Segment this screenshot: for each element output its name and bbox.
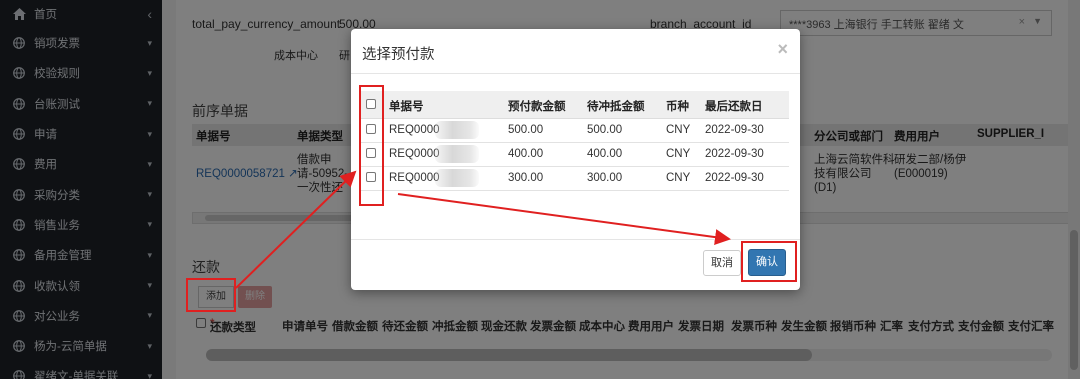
prepayment-row[interactable]: REQ0000 300.00 300.00 CNY 2022-09-30 bbox=[359, 167, 789, 191]
col-due-date: 最后还款日 bbox=[705, 101, 763, 113]
prepayment-table-header: 单据号 预付款金额 待冲抵金额 币种 最后还款日 bbox=[359, 91, 789, 119]
row-pending-amount: 500.00 bbox=[587, 124, 623, 136]
col-prepay-amount: 预付款金额 bbox=[508, 101, 566, 113]
col-pending-amount: 待冲抵金额 bbox=[587, 101, 645, 113]
prepayment-rows: REQ0000 500.00 500.00 CNY 2022-09-30 REQ0000 4… bbox=[359, 119, 789, 191]
close-icon[interactable]: × bbox=[777, 39, 788, 60]
row-due-date: 2022-09-30 bbox=[705, 124, 764, 136]
row-prepay-amount: 300.00 bbox=[508, 172, 544, 184]
annotation-box-confirm bbox=[741, 241, 797, 282]
row-currency: CNY bbox=[666, 148, 691, 160]
redaction-blur bbox=[435, 169, 479, 187]
annotation-box-checkboxes bbox=[359, 85, 384, 206]
modal-header: 选择预付款 × bbox=[351, 29, 800, 74]
col-currency: 币种 bbox=[666, 101, 689, 113]
row-prepay-amount: 500.00 bbox=[508, 124, 544, 136]
row-doc-no: REQ0000 bbox=[389, 148, 440, 160]
col-doc-no: 单据号 bbox=[389, 101, 424, 113]
redaction-blur bbox=[435, 121, 479, 139]
row-due-date: 2022-09-30 bbox=[705, 172, 764, 184]
prepayment-row[interactable]: REQ0000 400.00 400.00 CNY 2022-09-30 bbox=[359, 143, 789, 167]
redaction-blur bbox=[435, 145, 479, 163]
prepayment-row[interactable]: REQ0000 500.00 500.00 CNY 2022-09-30 bbox=[359, 119, 789, 143]
row-pending-amount: 300.00 bbox=[587, 172, 623, 184]
row-doc-no: REQ0000 bbox=[389, 124, 440, 136]
modal-title: 选择预付款 bbox=[362, 47, 435, 63]
row-prepay-amount: 400.00 bbox=[508, 148, 544, 160]
cancel-button[interactable]: 取消 bbox=[703, 250, 741, 276]
row-doc-no: REQ0000 bbox=[389, 172, 440, 184]
row-due-date: 2022-09-30 bbox=[705, 148, 764, 160]
annotation-box-add bbox=[186, 278, 236, 312]
modal-footer: 取消 确认 bbox=[351, 239, 800, 290]
select-prepayment-modal: 选择预付款 × 单据号 预付款金额 待冲抵金额 币种 最后还款日 REQ0000… bbox=[351, 29, 800, 290]
prepayment-table: 单据号 预付款金额 待冲抵金额 币种 最后还款日 REQ0000 500.00 50… bbox=[359, 91, 789, 191]
row-pending-amount: 400.00 bbox=[587, 148, 623, 160]
row-currency: CNY bbox=[666, 172, 691, 184]
row-currency: CNY bbox=[666, 124, 691, 136]
